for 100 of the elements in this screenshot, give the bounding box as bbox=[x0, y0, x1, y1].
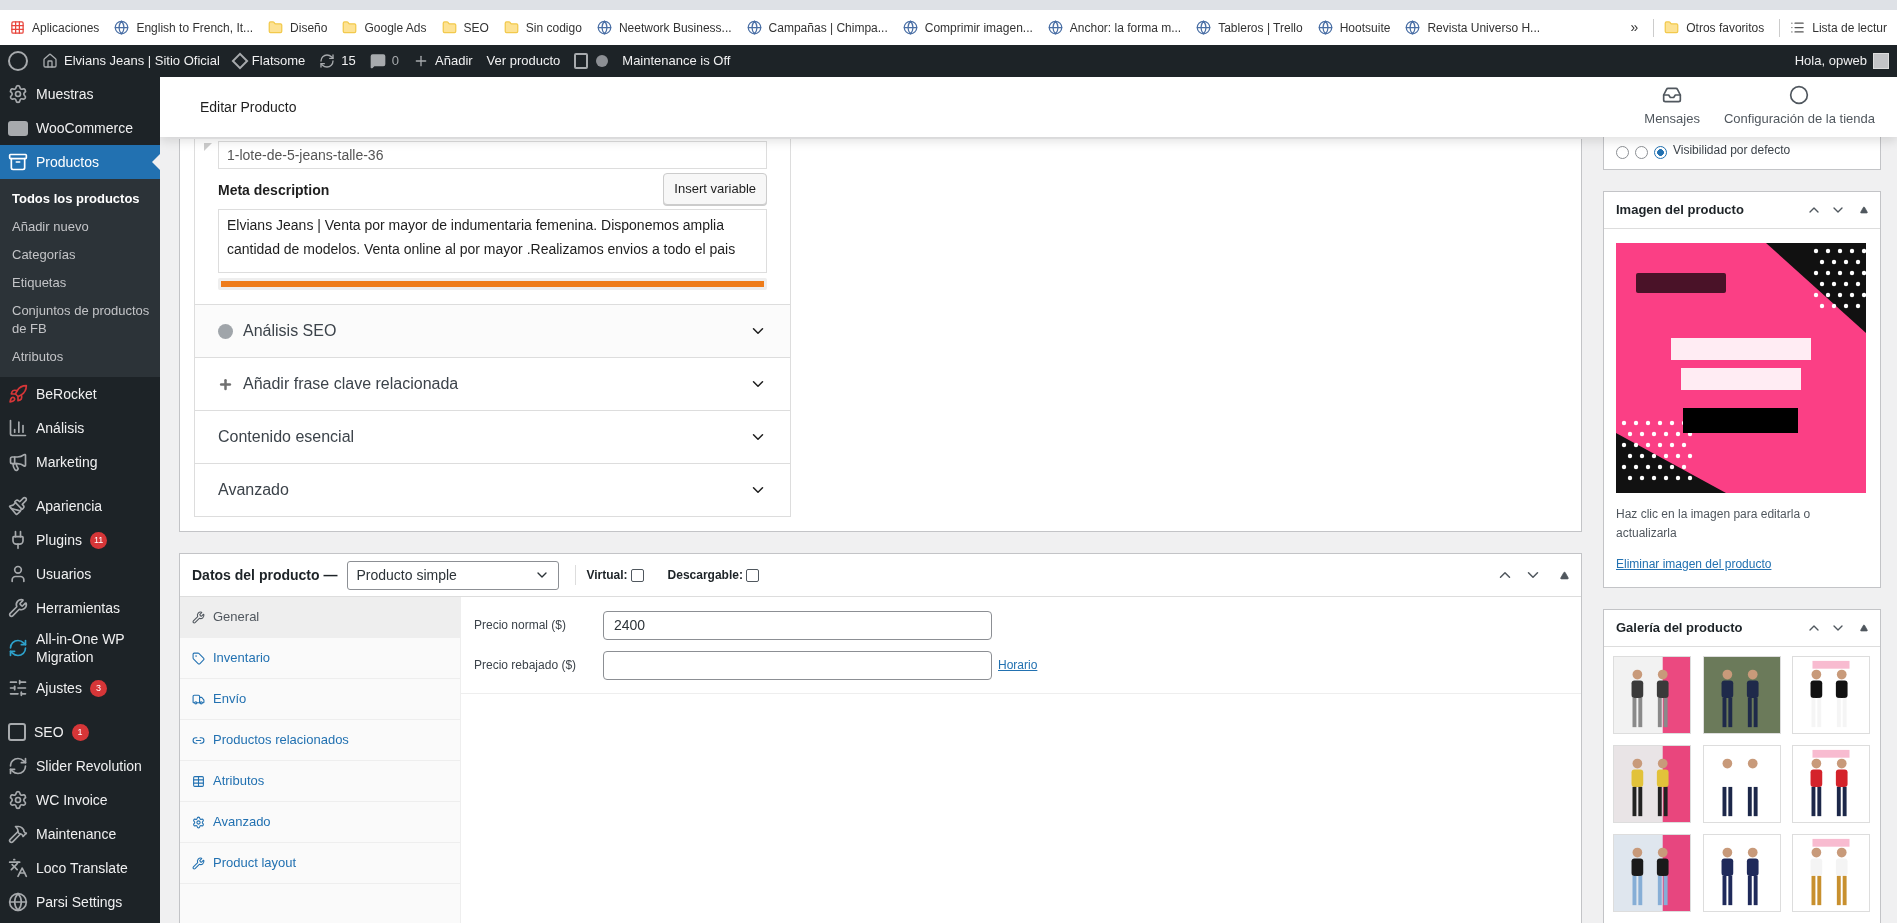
bookmark-link[interactable]: Comprimir imagen... bbox=[902, 18, 1033, 37]
radio[interactable] bbox=[1654, 146, 1667, 159]
bookmark-link[interactable]: Aplicaciones bbox=[10, 18, 100, 37]
comments-link[interactable]: 0 bbox=[369, 51, 399, 71]
menu-item[interactable]: Slider Revolution bbox=[0, 749, 160, 783]
checkbox[interactable] bbox=[630, 568, 644, 582]
bookmark-link[interactable]: Campañas | Chimpa... bbox=[746, 18, 888, 37]
collapse-icon[interactable] bbox=[1560, 570, 1569, 580]
sync-icon bbox=[8, 638, 28, 658]
maintenance-link[interactable]: Maintenance is Off bbox=[622, 51, 731, 71]
plus-icon bbox=[413, 53, 429, 69]
menu-item[interactable]: Análisis bbox=[0, 411, 160, 445]
submenu-item[interactable]: Categorías bbox=[0, 241, 160, 269]
bookmark-link[interactable]: Hootsuite bbox=[1317, 18, 1391, 37]
product-tab[interactable]: Product layout bbox=[180, 843, 460, 884]
menu-item[interactable]: Ajustes 3 bbox=[0, 671, 160, 705]
more-bookmarks-button[interactable]: » bbox=[1630, 17, 1639, 38]
menu-item[interactable]: WC Invoice bbox=[0, 783, 160, 817]
menu-item[interactable]: BeRocket bbox=[0, 377, 160, 411]
bookmark-link[interactable]: Neetwork Business... bbox=[596, 18, 732, 37]
menu-item[interactable]: WooCommerce bbox=[0, 111, 160, 145]
menu-item[interactable]: Muestras bbox=[0, 77, 160, 111]
view-product-link[interactable]: Ver producto bbox=[486, 51, 561, 71]
insert-variable-button[interactable]: Insert variable bbox=[663, 173, 767, 205]
site-name-link[interactable]: Elvians Jeans | Sitio Oficial bbox=[42, 51, 220, 71]
bookmark-link[interactable]: Diseño bbox=[268, 18, 328, 37]
checkbox[interactable] bbox=[745, 568, 759, 582]
menu-item[interactable]: Usuarios bbox=[0, 557, 160, 591]
header-action[interactable]: Configuración de la tienda bbox=[1711, 85, 1887, 129]
product-tab[interactable]: General bbox=[180, 597, 460, 638]
product-tab[interactable]: Atributos bbox=[180, 761, 460, 802]
wordpress-logo-icon[interactable] bbox=[8, 51, 28, 71]
schedule-link[interactable]: Horario bbox=[998, 656, 1038, 674]
wrench-icon bbox=[192, 856, 205, 870]
globe-icon bbox=[746, 20, 762, 35]
theme-link[interactable]: Flatsome bbox=[233, 51, 306, 71]
product-tab[interactable]: Productos relacionados bbox=[180, 720, 460, 761]
globe-icon bbox=[8, 892, 28, 912]
collapse-icon[interactable] bbox=[1860, 206, 1868, 214]
bookmark-link[interactable]: English to French, It... bbox=[114, 18, 254, 37]
globe-icon bbox=[114, 20, 130, 35]
bookmark-link[interactable]: Google Ads bbox=[342, 18, 427, 37]
radio-label: Visibilidad por defecto bbox=[1673, 142, 1791, 159]
menu-item[interactable]: SEO 1 bbox=[0, 715, 160, 749]
header-action[interactable]: Mensajes bbox=[1632, 85, 1712, 129]
account-link[interactable]: Hola, opweb bbox=[1794, 51, 1889, 71]
submenu-item[interactable]: Añadir nuevo bbox=[0, 213, 160, 241]
menu-item[interactable]: Productos bbox=[0, 145, 160, 179]
checkbox-label: Virtual: bbox=[586, 567, 628, 584]
submenu-item[interactable]: Todos los productos bbox=[0, 185, 160, 213]
menu-item[interactable]: Herramientas bbox=[0, 591, 160, 625]
refresh-icon bbox=[319, 53, 336, 69]
menu-item[interactable]: Apariencia bbox=[0, 489, 160, 523]
bookmark-link[interactable]: Otros favoritos bbox=[1653, 18, 1765, 37]
menu-item[interactable]: Loco Translate bbox=[0, 851, 160, 885]
checkbox-label: Descargable: bbox=[667, 567, 743, 584]
menu-item[interactable]: All-in-One WP Migration bbox=[0, 625, 160, 671]
globe-icon bbox=[1405, 20, 1421, 35]
submenu-item[interactable]: Etiquetas bbox=[0, 269, 160, 297]
collapse-icon[interactable] bbox=[1860, 624, 1868, 632]
circle-icon bbox=[1789, 85, 1810, 106]
updates-link[interactable]: 15 bbox=[319, 51, 356, 71]
price-field[interactable] bbox=[603, 650, 992, 680]
globe-icon bbox=[1196, 20, 1212, 35]
meta-description-field[interactable]: Elvians Jeans | Venta por mayor de indumentaria femenina. Disponemos amplia cantidad de modelos. Venta online al por mayor .Realizamos envios a todo el pais bbox=[218, 209, 767, 273]
radio[interactable] bbox=[1616, 146, 1629, 159]
archive-icon bbox=[8, 152, 28, 172]
menu-item[interactable]: Plugins 11 bbox=[0, 523, 160, 557]
field-label: Precio normal ($) bbox=[474, 617, 568, 634]
bookmark-link[interactable]: SEO bbox=[441, 18, 489, 37]
product-tab[interactable]: Inventario bbox=[180, 638, 460, 679]
price-field[interactable]: 2400 bbox=[603, 610, 992, 640]
folder-icon bbox=[342, 20, 358, 35]
menu-item[interactable]: Maintenance bbox=[0, 817, 160, 851]
panel-title: Galería del producto bbox=[1616, 619, 1744, 638]
apps-icon bbox=[10, 20, 25, 35]
tag-icon bbox=[192, 651, 205, 665]
add-new-link[interactable]: Añadir bbox=[413, 51, 473, 71]
product-tab[interactable]: Avanzado bbox=[180, 802, 460, 843]
current-pointer-icon bbox=[152, 154, 160, 170]
menu-item[interactable]: Marketing bbox=[0, 445, 160, 479]
bookmark-link[interactable]: Revista Universo H... bbox=[1405, 18, 1541, 37]
remove-image-link[interactable]: Eliminar imagen del producto bbox=[1616, 555, 1868, 573]
product-tab[interactable]: Envío bbox=[180, 679, 460, 720]
submenu-item[interactable]: Conjuntos de productos de FB bbox=[0, 297, 160, 343]
submenu-item[interactable]: Atributos bbox=[0, 343, 160, 371]
bookmark-link[interactable]: Anchor: la forma m... bbox=[1047, 18, 1182, 37]
wrench-icon bbox=[192, 610, 205, 624]
bookmark-link[interactable]: Sin codigo bbox=[503, 18, 582, 37]
menu-item[interactable]: Parsi Settings bbox=[0, 885, 160, 919]
collapsible-section[interactable]: Análisis SEO bbox=[195, 304, 790, 357]
globe-icon bbox=[596, 20, 612, 35]
panel-title: Imagen del producto bbox=[1616, 201, 1745, 220]
help-text: Haz clic en la imagen para editarla o actualizarla bbox=[1616, 506, 1812, 542]
radio[interactable] bbox=[1635, 146, 1648, 159]
bookmark-link[interactable]: Lista de lectur bbox=[1779, 18, 1887, 37]
folder-icon bbox=[441, 20, 457, 35]
bookmark-link[interactable]: Tableros | Trello bbox=[1196, 18, 1303, 37]
product-type-select[interactable]: Producto simple bbox=[347, 560, 560, 590]
slug-field[interactable]: 1-lote-de-5-jeans-talle-36 bbox=[218, 141, 767, 169]
